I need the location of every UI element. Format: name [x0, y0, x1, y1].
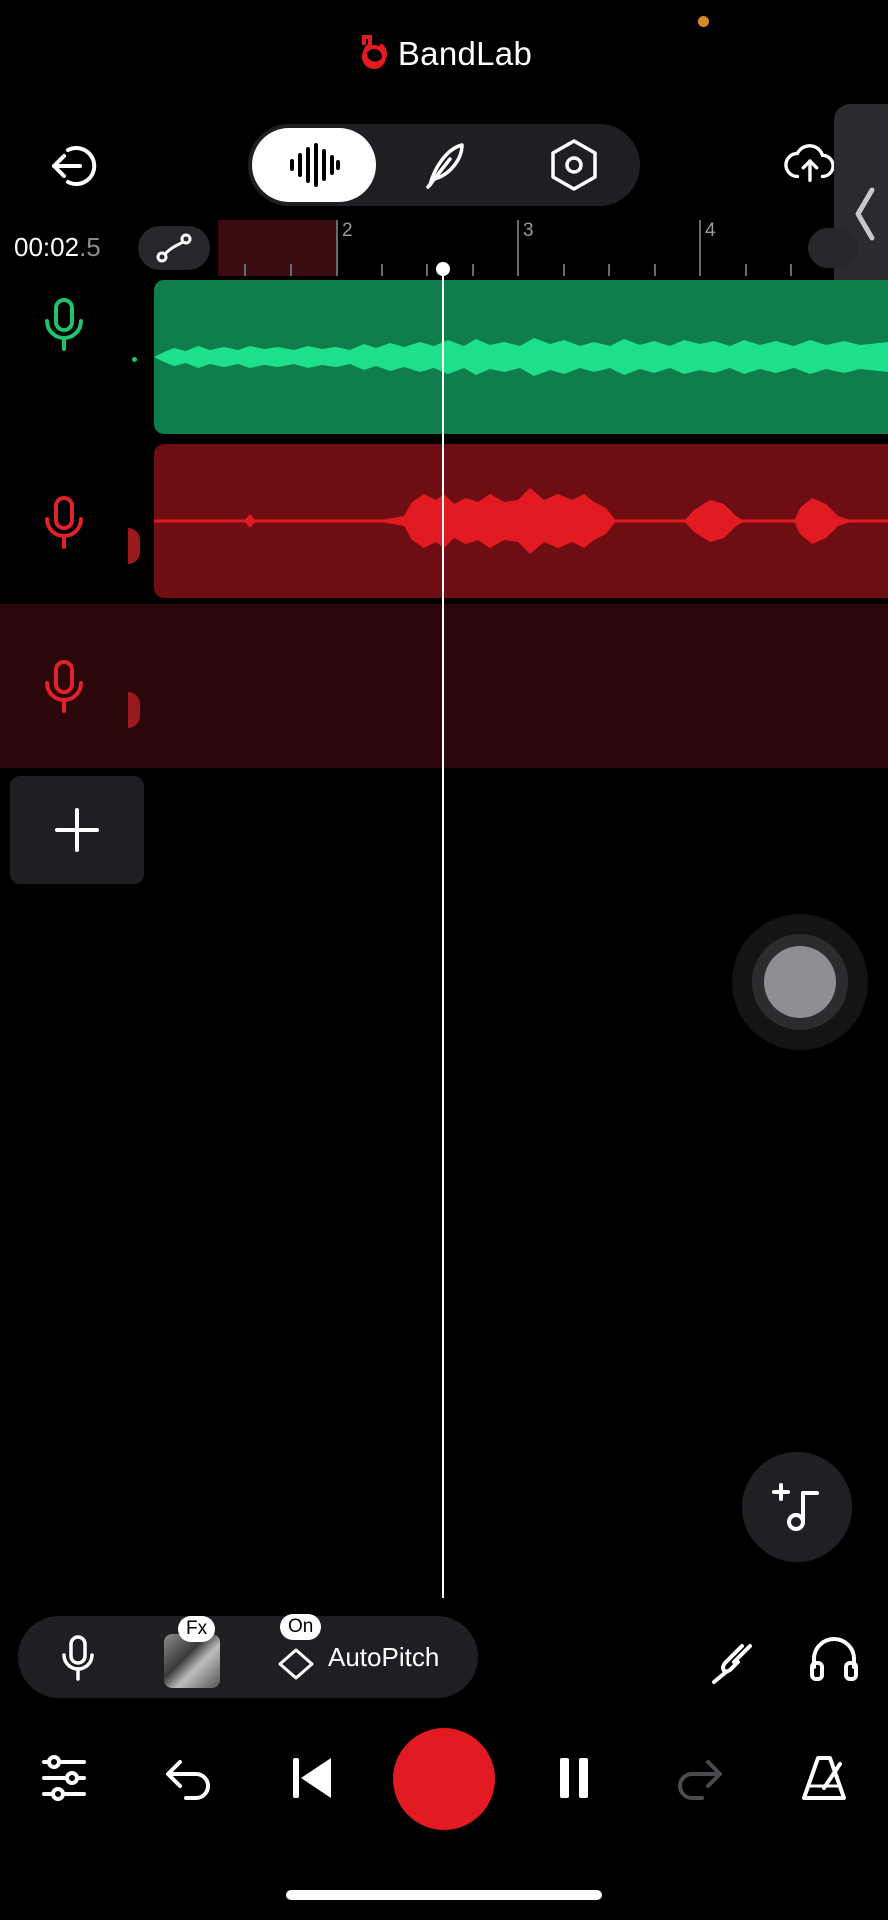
ruler-tick	[608, 264, 610, 276]
track-3-mic-button[interactable]	[34, 652, 94, 722]
ruler-number: 3	[523, 220, 534, 241]
time-display: 00:02.5	[14, 232, 101, 263]
home-indicator[interactable]	[286, 1890, 602, 1900]
plus-icon	[55, 808, 99, 852]
redo-icon	[678, 1760, 722, 1800]
feather-icon	[426, 143, 464, 189]
time-fraction: .5	[79, 232, 101, 262]
tuning-fork-icon	[712, 1644, 752, 1684]
audio-clip-1[interactable]	[154, 280, 888, 434]
record-button[interactable]	[393, 1728, 495, 1830]
ruler-tick	[654, 264, 656, 276]
waveform-clip-1	[154, 338, 888, 376]
hexagon-settings-icon	[551, 139, 597, 191]
floating-assist-button[interactable]	[764, 946, 836, 1018]
diamond-icon	[278, 1648, 314, 1680]
timeline-ruler[interactable]: 2 3 4	[218, 218, 888, 278]
ruler-tick	[517, 220, 519, 276]
playhead-handle[interactable]	[436, 262, 450, 276]
add-instrument-button[interactable]	[742, 1452, 852, 1562]
microphone-icon	[45, 298, 83, 351]
sliders-icon	[42, 1755, 86, 1801]
input-controls-bar: Fx On AutoPitch	[18, 1614, 478, 1698]
monitoring-button[interactable]	[802, 1626, 866, 1690]
playhead-line[interactable]	[442, 268, 444, 1598]
brand-name: BandLab	[397, 35, 533, 72]
view-mode-switch	[248, 124, 640, 206]
audio-clip-2[interactable]	[154, 444, 888, 598]
tab-tracks[interactable]	[252, 128, 376, 202]
ruler-number: 4	[705, 220, 716, 241]
ruler-tick	[563, 264, 565, 276]
input-mic-button[interactable]	[50, 1630, 106, 1686]
ruler-tick	[745, 264, 747, 276]
ruler-tick	[244, 264, 246, 276]
ruler-tick	[699, 220, 701, 276]
ruler-tick	[426, 264, 428, 276]
cloud-upload-icon	[784, 144, 834, 182]
ruler-tick	[290, 264, 292, 276]
time-main: 00:02	[14, 232, 80, 262]
microphone-icon	[45, 496, 83, 549]
skip-back-icon	[293, 1758, 331, 1798]
ruler-tick	[472, 264, 474, 276]
add-music-note-icon	[772, 1483, 819, 1531]
headphones-icon	[810, 1637, 858, 1681]
add-track-button[interactable]	[10, 776, 144, 884]
waveform-icon	[290, 143, 340, 187]
waveform-clip-2	[154, 488, 888, 554]
ruler-tick	[790, 264, 792, 276]
autopitch-label: AutoPitch	[328, 1642, 440, 1672]
tab-settings[interactable]	[512, 128, 636, 202]
status-indicator-dot	[698, 16, 709, 27]
track-1-mic-button[interactable]	[34, 290, 94, 360]
exit-button[interactable]	[44, 136, 104, 196]
metronome-button[interactable]	[794, 1748, 854, 1808]
automation-curve-icon	[156, 233, 192, 263]
pause-button[interactable]	[544, 1748, 604, 1808]
automation-button[interactable]	[138, 226, 210, 270]
track-1-pan-indicator	[132, 357, 137, 362]
tab-lyrics[interactable]	[382, 128, 506, 202]
fx-preset-thumbnail[interactable]	[164, 1634, 220, 1688]
timeline-option-button[interactable]	[808, 228, 858, 268]
track-2-mic-button[interactable]	[34, 488, 94, 558]
mixer-button[interactable]	[34, 1748, 94, 1808]
tuner-button[interactable]	[702, 1626, 766, 1690]
autopitch-button[interactable]	[276, 1644, 316, 1684]
track-2-pan-indicator	[128, 528, 140, 564]
microphone-icon	[62, 1635, 94, 1681]
pause-icon	[560, 1758, 588, 1798]
ruler-tick	[381, 264, 383, 276]
fx-badge: Fx	[178, 1616, 216, 1642]
undo-button[interactable]	[158, 1748, 218, 1808]
bandlab-logo-icon	[356, 33, 392, 76]
track-lane-3[interactable]	[0, 604, 888, 768]
microphone-icon	[45, 660, 83, 713]
ruler-number: 2	[342, 220, 353, 241]
upload-button[interactable]	[784, 138, 834, 188]
undo-icon	[166, 1760, 210, 1800]
redo-button[interactable]	[670, 1748, 730, 1808]
autopitch-on-badge: On	[280, 1614, 322, 1640]
exit-icon	[52, 146, 97, 186]
ruler-tick	[336, 220, 338, 276]
skip-to-start-button[interactable]	[282, 1748, 342, 1808]
metronome-icon	[802, 1756, 846, 1800]
brand-header: BandLab	[0, 32, 888, 76]
